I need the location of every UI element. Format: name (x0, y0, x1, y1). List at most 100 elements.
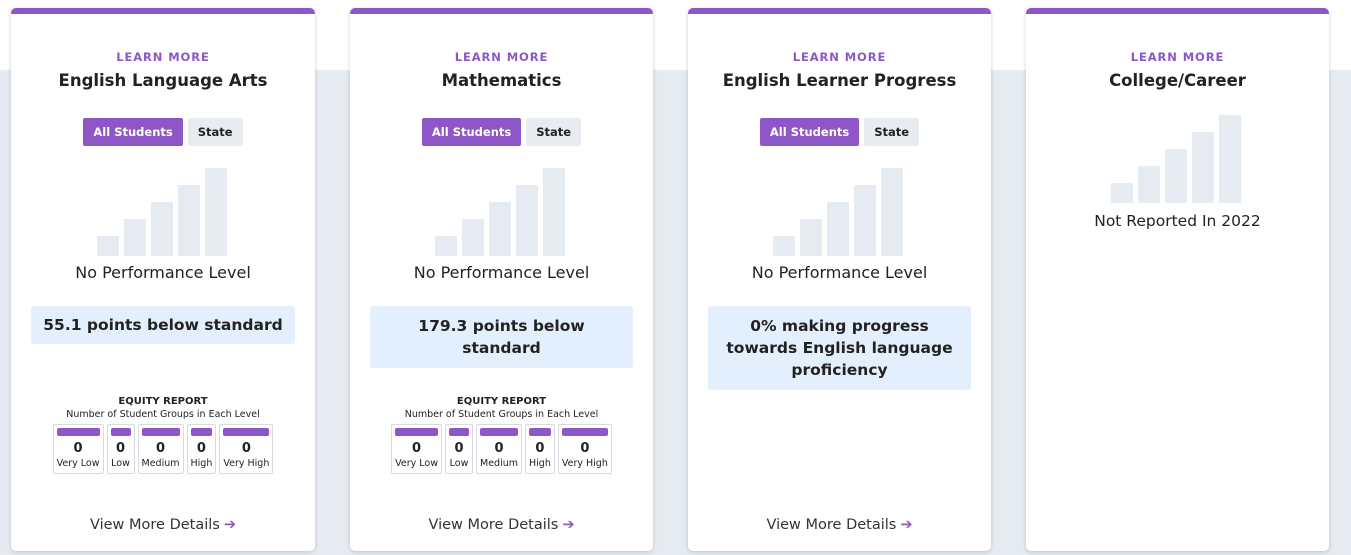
gauge-bar (462, 219, 484, 256)
equity-level-very-low: 0 Very Low (391, 424, 443, 474)
level-count: 0 (412, 441, 422, 456)
level-color-bar (561, 428, 608, 436)
all-students-button[interactable]: All Students (83, 118, 183, 146)
gauge-bar (827, 202, 849, 256)
level-count: 0 (580, 441, 590, 456)
gauge-bar (1192, 132, 1214, 203)
status-box: 55.1 points below standard (31, 306, 295, 344)
student-group-toggle: All Students State (688, 118, 991, 146)
not-reported-label: Not Reported In 2022 (1094, 212, 1261, 230)
card-accent-bar (350, 8, 653, 14)
card-accent-bar (11, 8, 315, 14)
all-students-button[interactable]: All Students (759, 118, 860, 146)
card-accent-bar (1026, 8, 1329, 14)
level-label: Very High (561, 458, 608, 469)
equity-level-very-low: 0 Very Low (52, 424, 104, 474)
equity-level-high: 0 High (186, 424, 217, 474)
level-label: Medium (480, 458, 519, 469)
level-count: 0 (196, 441, 206, 456)
level-count: 0 (115, 441, 126, 456)
level-count: 0 (454, 441, 464, 456)
performance-gauge-icon (773, 168, 903, 256)
arrow-right-icon: ➔ (900, 517, 913, 533)
equity-level-very-high: 0 Very High (219, 424, 274, 474)
view-more-label: View More Details (428, 517, 559, 533)
state-button[interactable]: State (526, 118, 582, 146)
level-color-bar (395, 428, 439, 436)
card-title: College/Career (1109, 71, 1246, 90)
all-students-button[interactable]: All Students (421, 118, 522, 146)
student-group-toggle: All Students State (11, 118, 315, 146)
status-text: 55.1 points below standard (43, 316, 283, 334)
level-label: Low (449, 458, 469, 469)
state-button[interactable]: State (864, 118, 920, 146)
performance-level-label: No Performance Level (413, 263, 590, 282)
level-label: Very High (223, 458, 270, 469)
learn-more-link[interactable]: LEARN MORE (688, 50, 991, 64)
card-title: English Learner Progress (722, 71, 957, 90)
view-more-details-link[interactable]: View More Details ➔ (11, 517, 315, 533)
gauge-bar (854, 185, 876, 256)
gauge-bar (1219, 115, 1241, 203)
arrow-right-icon: ➔ (223, 517, 236, 533)
level-color-bar (223, 428, 270, 436)
level-label: Low (111, 458, 130, 469)
level-color-bar (449, 428, 470, 436)
gauge-bar (773, 236, 795, 256)
performance-gauge-icon (435, 168, 565, 256)
arrow-right-icon: ➔ (562, 517, 575, 533)
state-button[interactable]: State (187, 118, 243, 146)
level-label: High (190, 458, 213, 469)
equity-report-subtitle: Number of Student Groups in Each Level (404, 409, 599, 420)
indicator-card-math: LEARN MORE Mathematics All Students Stat… (350, 8, 653, 551)
gauge-bar (151, 202, 173, 256)
equity-level-medium: 0 Medium (476, 424, 523, 474)
learn-more-link[interactable]: LEARN MORE (11, 50, 315, 64)
card-title: English Language Arts (58, 71, 268, 90)
level-color-bar (190, 428, 213, 436)
student-group-toggle: All Students State (350, 118, 653, 146)
gauge-bar (1138, 166, 1160, 203)
gauge-bar (178, 185, 200, 256)
level-label: High (529, 458, 551, 469)
equity-level-medium: 0 Medium (137, 424, 184, 474)
level-count: 0 (494, 441, 504, 456)
performance-gauge-icon (97, 168, 227, 256)
view-more-label: View More Details (90, 517, 220, 533)
performance-level-label: No Performance Level (75, 263, 251, 282)
level-label: Very Low (395, 458, 439, 469)
equity-report: EQUITY REPORT Number of Student Groups i… (350, 396, 653, 474)
indicator-card-elpi: LEARN MORE English Learner Progress All … (688, 8, 991, 551)
level-count: 0 (155, 441, 166, 456)
gauge-bar (97, 236, 119, 256)
equity-report-title: EQUITY REPORT (118, 396, 208, 407)
indicator-card-college-career: LEARN MORE College/Career Not Reported I… (1026, 8, 1329, 551)
level-color-bar (110, 428, 131, 436)
status-box: 179.3 points below standard (370, 306, 633, 368)
equity-level-very-high: 0 Very High (557, 424, 612, 474)
equity-report-title: EQUITY REPORT (456, 396, 547, 407)
equity-report: EQUITY REPORT Number of Student Groups i… (11, 396, 315, 474)
equity-level-low: 0 Low (106, 424, 135, 474)
performance-level-label: No Performance Level (751, 263, 928, 282)
view-more-details-link[interactable]: View More Details ➔ (350, 517, 653, 533)
gauge-bar (543, 168, 565, 256)
indicator-card-ela: LEARN MORE English Language Arts All Stu… (11, 8, 315, 551)
gauge-bar (800, 219, 822, 256)
gauge-bar (1165, 149, 1187, 203)
card-accent-bar (688, 8, 991, 14)
equity-level-high: 0 High (525, 424, 555, 474)
equity-levels: 0 Very Low 0 Low 0 Medium 0 High 0 Very … (11, 424, 315, 474)
level-color-bar (56, 428, 100, 436)
card-title: Mathematics (441, 71, 562, 90)
level-color-bar (480, 428, 519, 436)
view-more-label: View More Details (766, 517, 897, 533)
performance-gauge-icon (1111, 115, 1241, 203)
equity-levels: 0 Very Low 0 Low 0 Medium 0 High 0 Very … (350, 424, 653, 474)
level-count: 0 (535, 441, 545, 456)
gauge-bar (489, 202, 511, 256)
view-more-details-link[interactable]: View More Details ➔ (688, 517, 991, 533)
learn-more-link[interactable]: LEARN MORE (1026, 50, 1329, 64)
gauge-bar (205, 168, 227, 256)
learn-more-link[interactable]: LEARN MORE (350, 50, 653, 64)
